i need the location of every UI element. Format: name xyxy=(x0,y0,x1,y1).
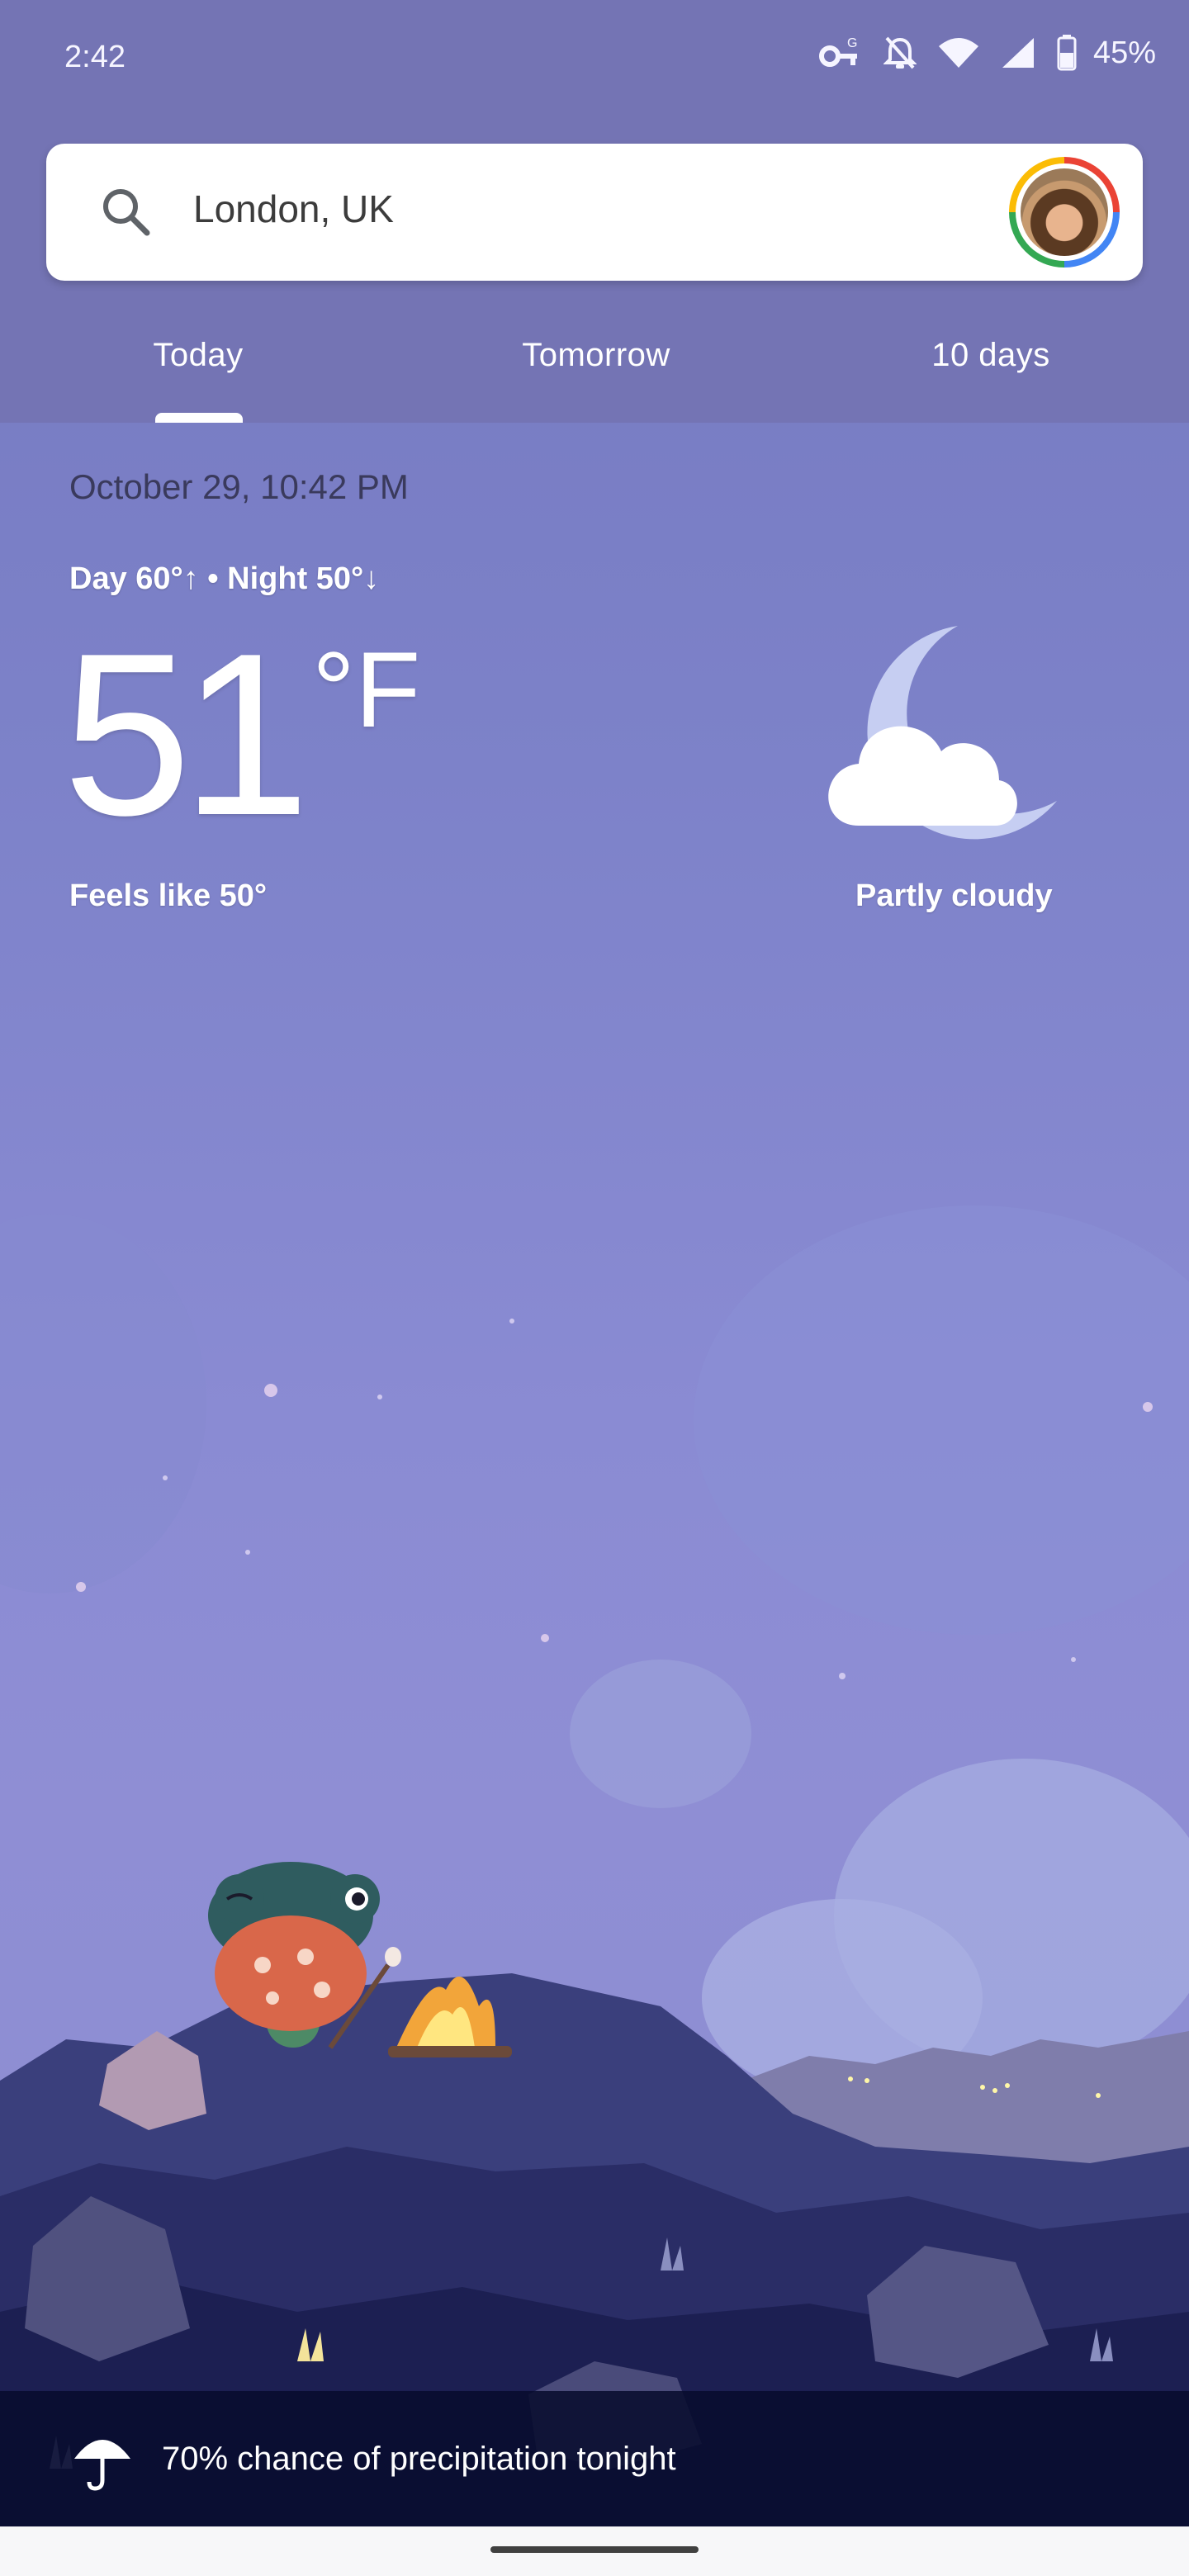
status-time: 2:42 xyxy=(64,40,126,74)
day-night-temps: Day 60°↑ • Night 50°↓ xyxy=(69,561,380,596)
account-avatar[interactable] xyxy=(1009,157,1120,268)
location-text[interactable]: London, UK xyxy=(193,187,394,231)
umbrella-icon xyxy=(71,2429,134,2496)
tab-today[interactable]: Today xyxy=(153,337,243,374)
svg-text:G: G xyxy=(847,36,857,50)
wifi-icon xyxy=(938,36,979,69)
current-temperature: 51 xyxy=(63,606,310,864)
moon-cloud-icon xyxy=(826,619,1065,863)
weather-screen: 2:42 G 45% London, UK Today Tomorrow 10 … xyxy=(0,0,1189,2576)
status-bar: 2:42 G 45% xyxy=(0,0,1189,116)
vpn-key-icon: G xyxy=(818,35,862,71)
avatar-photo xyxy=(1021,168,1108,256)
selected-tab-indicator xyxy=(155,413,243,423)
notifications-off-icon xyxy=(883,35,917,71)
current-datetime: October 29, 10:42 PM xyxy=(69,467,409,506)
home-gesture-handle[interactable] xyxy=(490,2546,699,2553)
gesture-nav-area xyxy=(0,2526,1189,2576)
cell-signal-icon xyxy=(1001,36,1035,69)
feels-like: Feels like 50° xyxy=(69,878,268,913)
battery-percentage: 45% xyxy=(1092,35,1156,70)
forecast-tabs: Today Tomorrow 10 days xyxy=(0,307,1189,423)
battery-icon xyxy=(1057,35,1077,71)
app-header: London, UK Today Tomorrow 10 days xyxy=(0,116,1189,423)
condition-label: Partly cloudy xyxy=(855,878,1053,913)
precipitation-text: 70% chance of precipitation tonight xyxy=(162,2441,676,2477)
tab-tomorrow[interactable]: Tomorrow xyxy=(522,337,670,374)
status-icons: G 45% xyxy=(818,35,1156,71)
search-bar[interactable]: London, UK xyxy=(46,144,1143,281)
campfire-frog-illustration xyxy=(0,1205,1189,2576)
precipitation-banner[interactable]: 70% chance of precipitation tonight xyxy=(0,2391,1189,2526)
search-icon[interactable] xyxy=(97,183,155,245)
temperature-unit: °F xyxy=(312,629,421,750)
tab-10-days[interactable]: 10 days xyxy=(931,337,1050,374)
